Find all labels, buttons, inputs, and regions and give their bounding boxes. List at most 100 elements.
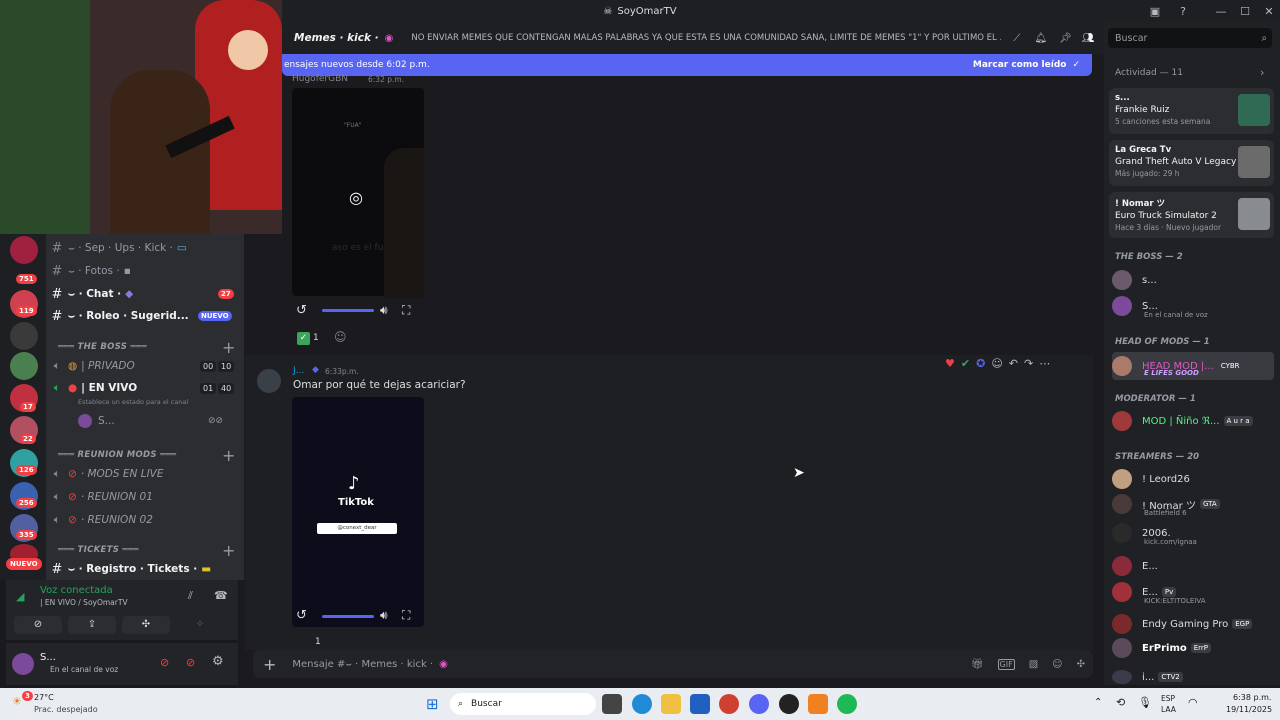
member-item[interactable]: ! Nomar ツ GTA Battlefield 6 [1112, 492, 1274, 517]
video-player[interactable]: "FUA" ◎ aso es el fua [292, 88, 424, 298]
add-channel-icon[interactable]: + [222, 446, 235, 465]
settings-gear-icon[interactable]: ⚙ [212, 654, 224, 669]
message-input[interactable]: Mensaje #⌣ · Memes · kick · [292, 659, 433, 670]
fullscreen-icon[interactable]: ⛶ [402, 608, 410, 623]
tray-chevron-icon[interactable]: ⌃ [1094, 697, 1102, 708]
weather-icon[interactable]: ☀ [12, 695, 22, 708]
soundboard-button[interactable]: ✧ [176, 616, 224, 634]
emoji-picker-icon[interactable]: ☺ [1052, 659, 1062, 670]
voice-status[interactable]: Voz conectada [40, 585, 113, 596]
message-author[interactable]: J... [293, 366, 304, 376]
forward-icon[interactable]: ↷ [1024, 357, 1033, 370]
member-item[interactable]: Endy Gaming Pro EGP [1112, 612, 1274, 636]
reply-icon[interactable]: ↶ [1009, 357, 1018, 370]
voice-channel-item[interactable]: 🔈︎ ⊘ · REUNION 02 [46, 510, 240, 530]
screen-share-button[interactable]: ⇪ [68, 616, 116, 634]
category-reunion[interactable]: ═══ REUNION MODS ═══ [58, 450, 176, 460]
category-tickets[interactable]: ═══ TICKETS ═══ [58, 545, 139, 555]
more-icon[interactable]: ⋯ [1039, 357, 1050, 370]
mark-read-button[interactable]: Marcar como leído [973, 60, 1067, 70]
avatar[interactable] [12, 653, 34, 675]
channel-item[interactable]: # ⌣ · Roleo · Sugerid... NUEVO [46, 306, 240, 326]
replay-icon[interactable]: ↺ [296, 608, 307, 623]
reaction-count[interactable]: 1 [315, 637, 321, 647]
video-player[interactable]: ♪ TikTok @conext_dear [292, 397, 424, 627]
help-icon[interactable]: ? [1170, 0, 1196, 22]
voice-channel-item[interactable]: 🔈︎ ● | EN VIVO 01 40 [46, 378, 240, 398]
video-progress[interactable] [322, 309, 374, 312]
gif-icon[interactable]: GIF [997, 658, 1015, 670]
server-icon[interactable] [10, 236, 38, 264]
new-messages-bar[interactable]: ensajes nuevos desde 6:02 p.m. Marcar co… [282, 54, 1092, 76]
voice-channel[interactable]: | EN VIVO / SoyOmarTV [40, 598, 128, 607]
store-icon[interactable] [690, 694, 710, 714]
camera-off-button[interactable]: ⊘ [14, 616, 62, 634]
network-icon[interactable]: ⟲ [1116, 696, 1125, 709]
file-manager-icon[interactable] [602, 694, 622, 714]
volume-icon[interactable]: 🔊︎ [380, 608, 388, 623]
mute-icon[interactable]: ⊘ [160, 656, 169, 669]
channel-item[interactable]: # ⌣ · Sep · Ups · Kick · ▭ [46, 238, 240, 258]
voice-member[interactable]: S... ⊘⊘ [46, 411, 240, 431]
edge-icon[interactable] [632, 694, 652, 714]
taskbar-search[interactable]: ⌕ Buscar [450, 693, 596, 715]
attach-icon[interactable]: + [263, 655, 276, 674]
verified-reaction-icon[interactable]: ✪ [976, 357, 985, 370]
channel-topic[interactable]: NO ENVIAR MEMES QUE CONTENGAN MALAS PALA… [411, 33, 1001, 43]
spotify-icon[interactable] [837, 694, 857, 714]
chrome-icon[interactable] [719, 694, 739, 714]
threads-icon[interactable]: ⟋ [1013, 33, 1020, 44]
check-reaction-icon[interactable]: ✔ [961, 357, 970, 370]
member-item[interactable]: E... Pv KICK:ELTITOLEIVA [1112, 580, 1274, 605]
folder-icon[interactable] [661, 694, 681, 714]
members-icon[interactable]: 👥︎ [1082, 33, 1095, 44]
mic-icon[interactable]: 🎙︎ [1138, 696, 1152, 709]
add-channel-icon[interactable]: + [222, 338, 235, 357]
member-item[interactable]: HEAD MOD |... CYBR E LIFES GOOD [1112, 352, 1274, 380]
member-item[interactable]: 2006. kick.com/ignaa [1112, 521, 1274, 546]
member-item[interactable]: E... [1112, 554, 1274, 578]
sticker-icon[interactable]: ▧ [1029, 659, 1038, 670]
activity-card[interactable]: s... Frankie Ruiz 5 canciones esta seman… [1109, 88, 1274, 134]
bell-icon[interactable]: 🔔︎ [1034, 33, 1047, 44]
server-icon[interactable] [10, 352, 38, 380]
voice-channel-item[interactable]: 🔈︎ ⊘ · REUNION 01 [46, 487, 240, 507]
deafen-icon[interactable]: ⊘ [186, 656, 195, 669]
volume-icon[interactable]: 🔊︎ [380, 303, 388, 318]
message-composer[interactable]: + Mensaje #⌣ · Memes · kick · ◉ 🎁︎ GIF ▧… [253, 650, 1093, 678]
member-item[interactable]: ErPrimo ErrP [1112, 636, 1274, 660]
reaction-check[interactable]: ✓ 1 [292, 329, 324, 347]
noise-suppression-icon[interactable]: ⫽ [188, 589, 193, 603]
clock-time[interactable]: 6:38 p.m. [1233, 693, 1271, 702]
activity-card[interactable]: ! Nomar ツ Euro Truck Simulator 2 Hace 3 … [1109, 192, 1274, 238]
video-progress[interactable] [322, 615, 374, 618]
channel-item[interactable]: # ⌣ · Registro · Tickets · ▬ [46, 559, 240, 579]
channel-item[interactable]: # ⌣ · Chat · ◆ 27 [46, 284, 240, 304]
maximize-button[interactable]: ☐ [1232, 0, 1258, 22]
pin-icon[interactable]: 📌︎ [1059, 33, 1072, 44]
discord-icon[interactable] [749, 694, 769, 714]
lang-primary[interactable]: ESP [1161, 694, 1175, 703]
avatar[interactable] [257, 369, 281, 393]
activity-card[interactable]: La Greca Tv Grand Theft Auto V Legacy Má… [1109, 140, 1274, 186]
message-author[interactable]: HugoferGBN [292, 74, 348, 84]
member-item[interactable]: i... CTV2 [1112, 669, 1274, 685]
inbox-icon[interactable]: ▣ [1142, 0, 1168, 22]
member-item[interactable]: s... [1112, 268, 1274, 292]
heart-reaction-icon[interactable]: ♥ [945, 357, 955, 370]
disconnect-icon[interactable]: ☎ [214, 589, 228, 602]
server-icon[interactable] [10, 322, 38, 350]
search-input[interactable]: Buscar ⌕ [1108, 28, 1272, 48]
new-server-badge[interactable]: NUEVO [6, 558, 42, 570]
app-icon[interactable] [808, 694, 828, 714]
minimize-button[interactable]: — [1208, 0, 1234, 22]
channel-item[interactable]: # ⌣ · Fotos · ▪ [46, 261, 240, 281]
chevron-right-icon[interactable]: › [1260, 66, 1264, 79]
add-reaction-icon[interactable]: ☺ [334, 330, 347, 344]
obs-icon[interactable] [779, 694, 799, 714]
voice-status-hint[interactable]: Establece un estado para el canal [78, 398, 188, 406]
replay-icon[interactable]: ↺ [296, 303, 307, 318]
add-reaction-icon[interactable]: ☺ [991, 357, 1002, 370]
channel-name[interactable]: Memes · kick · [294, 32, 379, 44]
member-item[interactable]: MOD | Ñiño ℜ... A u r a [1112, 409, 1274, 433]
